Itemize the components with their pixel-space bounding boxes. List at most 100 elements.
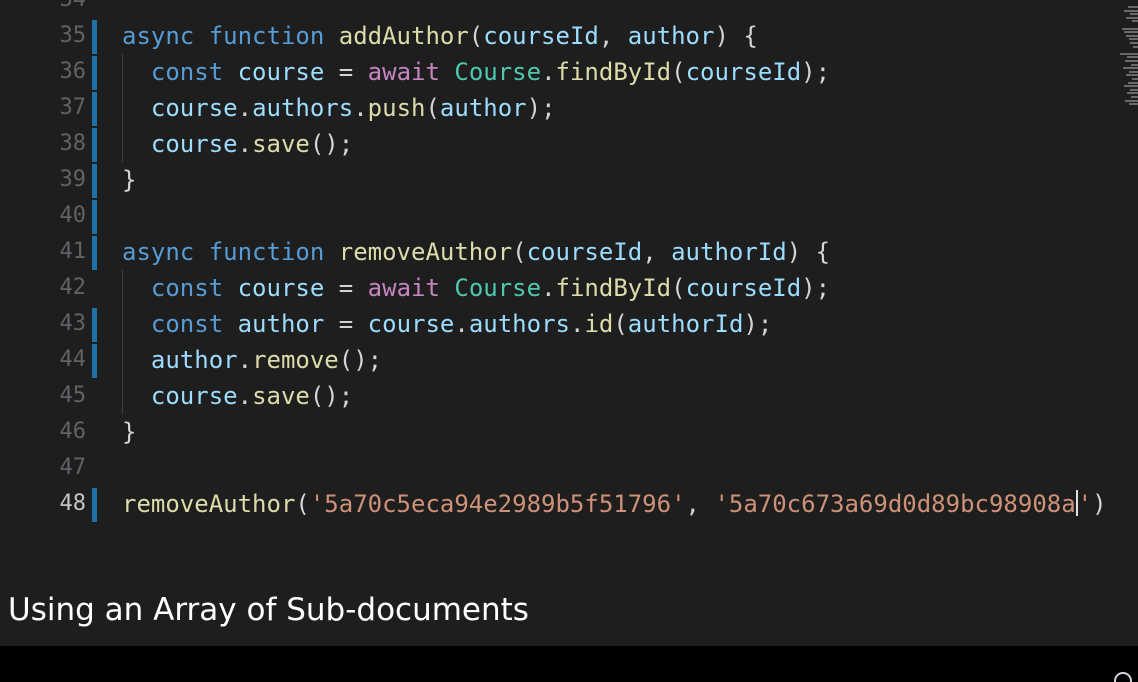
code-line[interactable]: async function removeAuthor(courseId, au… [122,234,830,270]
code-token: authorId [671,238,787,266]
line-number: 42 [59,275,87,300]
minimap-line [1122,27,1138,30]
code-area[interactable]: async function addAuthor(courseId, autho… [96,0,1116,646]
code-token: course [150,382,238,410]
code-token: . [353,94,368,122]
indent-guide [122,306,123,342]
bottom-bar [0,646,1138,682]
minimap-line [1126,16,1138,19]
code-line[interactable]: course.save(); [122,126,353,162]
code-token: id [584,310,614,338]
minimap-line [1131,96,1138,98]
code-token: ) { [786,238,831,266]
line-number: 46 [59,419,87,444]
code-token: (); [309,382,354,410]
indent-guide [122,54,123,90]
code-line[interactable]: const course = await Course.findById(cou… [122,54,830,90]
code-token: save [252,130,310,158]
code-token: ( [671,58,686,86]
minimap-line [1120,52,1138,55]
line-number: 35 [59,23,87,48]
line-number: 34 [0,0,87,18]
code-token: . [237,130,253,158]
code-token: ); [526,94,556,122]
video-frame: 34 35 36 37 38 39 40 41 42 43 44 45 46 47 48 async fun… [0,0,1138,682]
line-number: 47 [59,455,87,480]
code-line[interactable]: const course = await Course.findById(cou… [122,270,830,306]
code-token: course [150,94,238,122]
code-token: (); [309,130,354,158]
code-token: course [150,130,238,158]
code-line[interactable]: } [122,414,136,450]
code-token: '5a70c673a69d0d89bc98908a [714,490,1076,518]
code-token: function [208,22,325,50]
minimap-line [1127,56,1138,59]
minimap[interactable] [1116,0,1138,110]
code-token: Course [454,58,542,86]
line-number: 39 [59,167,87,192]
code-editor[interactable]: 34 35 36 37 38 39 40 41 42 43 44 45 46 47 48 async fun… [0,0,1138,646]
indent-guide [122,126,123,162]
minimap-line [1124,9,1138,12]
minimap-line [1133,45,1138,48]
code-token: ' [1077,490,1093,518]
minimap-line [1130,88,1138,91]
code-token: const [150,274,224,302]
minimap-line [1130,13,1138,16]
line-number: 44 [59,347,87,372]
code-token: = [324,310,368,338]
minimap-line [1123,67,1138,70]
code-token: courseId [685,274,802,302]
minimap-line [1125,99,1138,102]
line-number: 41 [59,239,87,264]
code-token: findById [555,58,672,86]
minimap-line [1127,92,1138,95]
code-line[interactable]: course.authors.push(author); [122,90,556,126]
code-token: push [367,94,426,122]
code-token: ( [512,238,527,266]
code-token: course [367,310,455,338]
code-token: = [324,58,368,86]
line-number: 40 [59,203,87,228]
minimap-line [1126,74,1138,77]
indent-guide [122,270,123,306]
code-line[interactable]: author.remove(); [122,342,382,378]
code-token: . [569,310,585,338]
code-token: . [237,346,253,374]
code-line[interactable]: } [122,162,136,198]
minimap-line [1131,63,1138,66]
code-line[interactable]: removeAuthor('5a70c5eca94e2989b5f51796',… [122,486,1107,522]
line-number: 36 [59,59,87,84]
code-token: ) [1092,490,1107,518]
code-line[interactable]: course.save(); [122,378,353,414]
minimap-line [1128,6,1138,8]
minimap-line [1124,31,1138,34]
code-token: await [367,58,440,86]
line-number: 38 [59,131,87,156]
code-token: . [454,310,469,338]
line-number: 43 [59,311,87,336]
minimap-line [1130,42,1138,44]
line-number: 45 [59,383,87,408]
code-line[interactable]: const author = course.authors.id(authorI… [122,306,772,342]
code-token: author [439,94,527,122]
code-line[interactable]: async function addAuthor(courseId, autho… [122,18,758,54]
code-token: ); [801,58,831,86]
code-token: ( [613,310,628,338]
code-token: findById [555,274,672,302]
indent-guide [122,378,123,414]
code-token: . [237,94,253,122]
code-token: , [642,238,672,266]
code-token: removeAuthor [122,490,296,518]
code-token: function [208,238,325,266]
